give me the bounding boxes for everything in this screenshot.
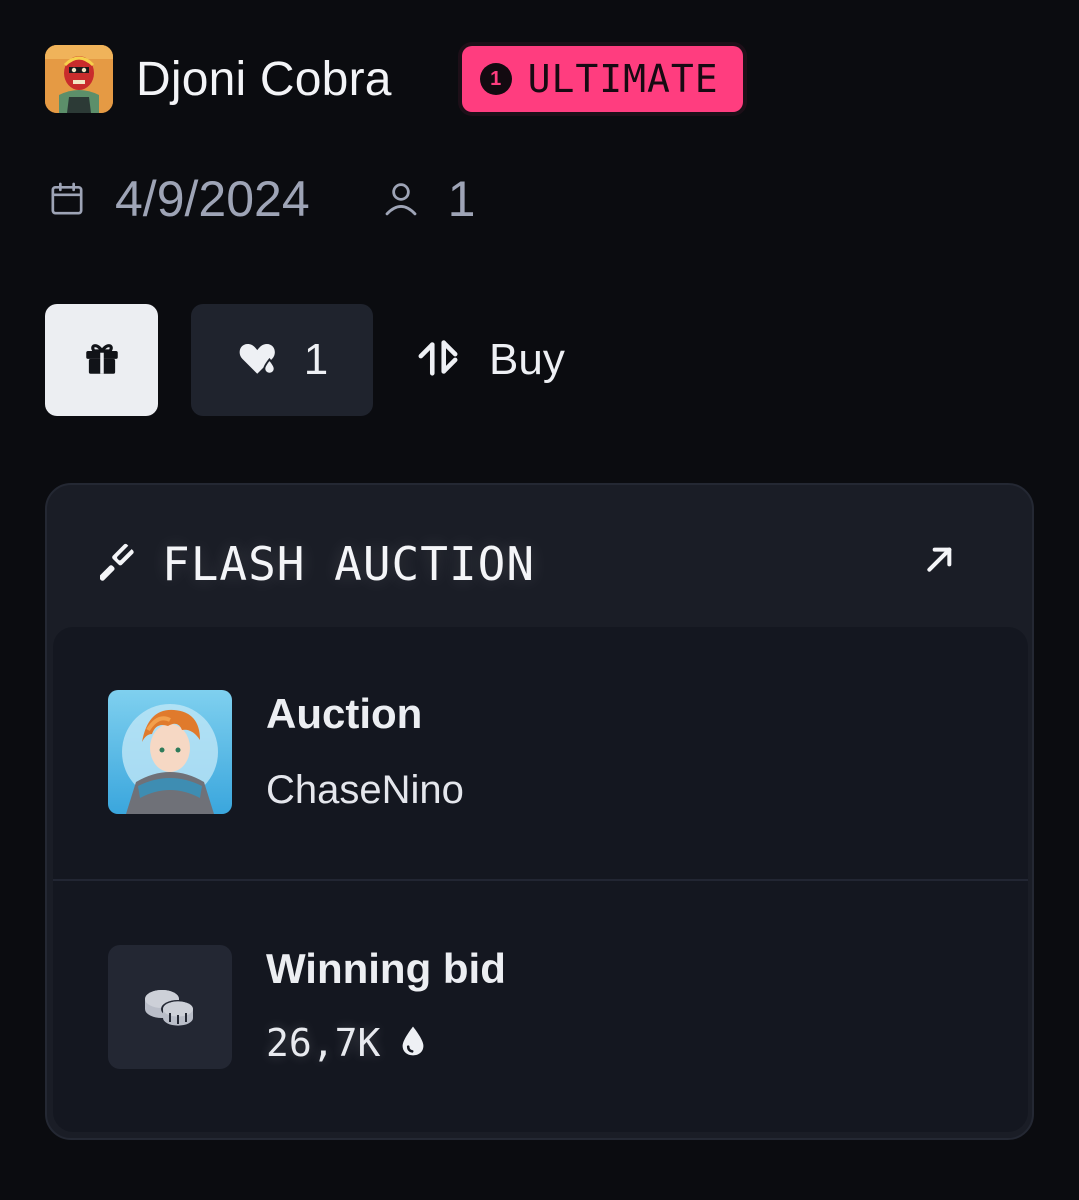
created-date: 4/9/2024 [115,171,310,227]
auction-title: FLASH AUCTION [162,537,536,591]
owner-header: Djoni Cobra 1 ULTIMATE [45,45,743,113]
like-button[interactable]: 1 [191,304,373,416]
buy-label: Buy [489,335,565,384]
auction-header: FLASH AUCTION [99,537,536,591]
heart-drop-icon [236,337,282,384]
seller-name[interactable]: ChaseNino [266,766,464,814]
gift-icon [81,337,123,384]
action-row: 1 Buy [45,304,565,416]
divider [53,879,1028,881]
seller-info: Auction ChaseNino [266,690,464,814]
open-auction-link[interactable] [924,543,956,580]
owner-name[interactable]: Djoni Cobra [136,52,392,107]
flash-auction-card: FLASH AUCTION Auction ChaseNino Winning … [45,483,1034,1140]
meta-row: 4/9/2024 1 [47,170,475,228]
card-detail-page: Djoni Cobra 1 ULTIMATE 4/9/2024 1 1 Buy … [0,0,1079,1200]
like-count: 1 [303,335,329,384]
arrow-up-right-icon [924,547,956,579]
gift-button[interactable] [45,304,158,416]
tier-label: ULTIMATE [527,57,719,101]
buy-button[interactable]: Buy [415,304,565,416]
bid-info: Winning bid 26,7K [266,945,506,1069]
calendar-icon [47,179,87,219]
trade-arrows-icon [415,337,461,384]
auction-details: Auction ChaseNino Winning bid 26,7K [53,627,1028,1132]
tier-number: 1 [479,63,512,95]
coins-icon [142,983,198,1032]
bid-heading: Winning bid [266,945,506,992]
user-icon [380,178,422,220]
seller-row[interactable]: Auction ChaseNino [108,690,464,814]
owner-avatar[interactable] [45,45,113,113]
seller-heading: Auction [266,690,423,737]
bid-amount: 26,7K [266,1021,506,1065]
seller-avatar [108,690,232,814]
coin-box [108,945,232,1069]
drop-icon [400,1025,426,1062]
holders-count: 1 [447,171,476,227]
gavel-icon [99,540,144,589]
bid-value: 26,7K [266,1021,381,1065]
tier-badge: 1 ULTIMATE [461,46,743,112]
bid-row: Winning bid 26,7K [108,945,506,1069]
